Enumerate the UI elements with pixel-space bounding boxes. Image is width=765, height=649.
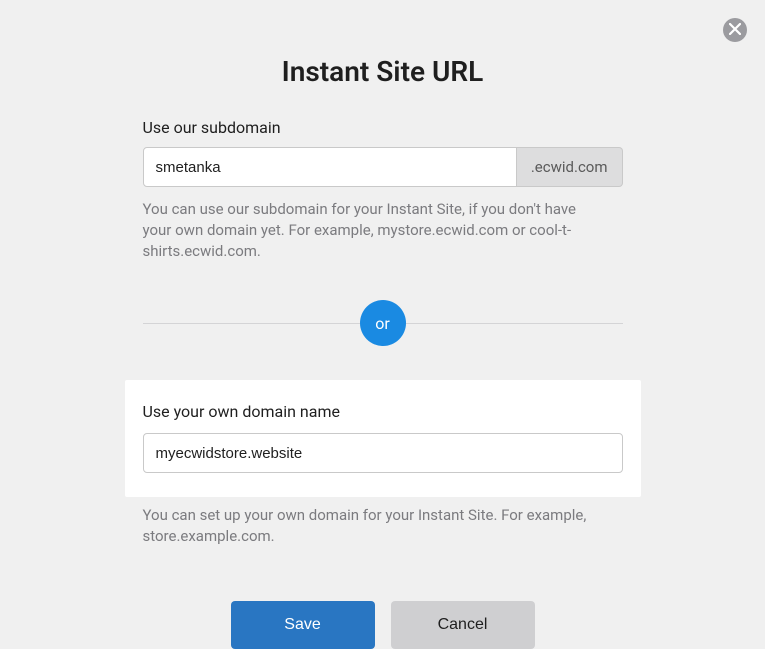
- divider-line-left: [143, 323, 360, 324]
- subdomain-input-group: .ecwid.com: [143, 147, 623, 187]
- save-button[interactable]: Save: [231, 601, 375, 649]
- button-row: Save Cancel: [0, 601, 765, 649]
- own-domain-label: Use your own domain name: [143, 402, 623, 421]
- own-domain-help-text: You can set up your own domain for your …: [143, 505, 623, 547]
- close-icon: [729, 23, 741, 38]
- subdomain-suffix: .ecwid.com: [517, 147, 623, 187]
- subdomain-label: Use our subdomain: [143, 118, 623, 137]
- or-badge: or: [360, 300, 406, 346]
- own-domain-section: Use your own domain name: [125, 380, 641, 497]
- subdomain-section: Use our subdomain .ecwid.com You can use…: [143, 118, 623, 262]
- divider-line-right: [406, 323, 623, 324]
- close-button[interactable]: [723, 18, 747, 42]
- subdomain-input[interactable]: [143, 147, 517, 187]
- instant-site-url-modal: Instant Site URL Use our subdomain .ecwi…: [0, 0, 765, 649]
- cancel-button[interactable]: Cancel: [391, 601, 535, 649]
- modal-title: Instant Site URL: [0, 55, 765, 88]
- subdomain-help-text: You can use our subdomain for your Insta…: [143, 199, 603, 262]
- own-domain-input[interactable]: [143, 433, 623, 473]
- divider: or: [143, 300, 623, 346]
